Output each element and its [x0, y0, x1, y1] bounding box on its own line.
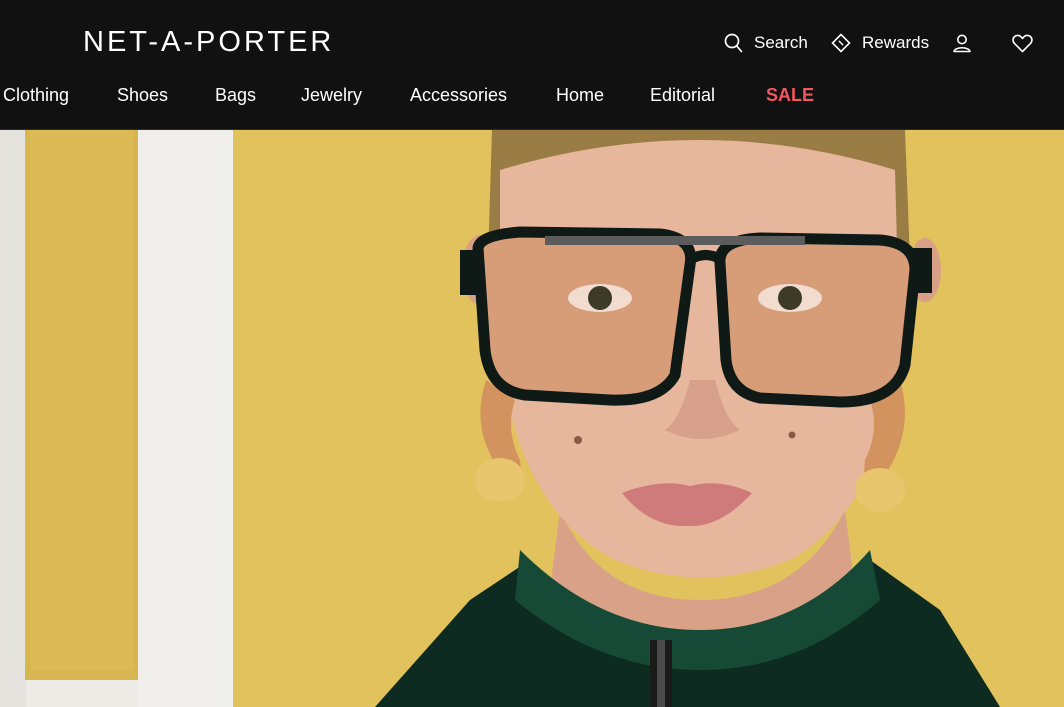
nav-bags[interactable]: Bags [215, 85, 256, 106]
nav-sale[interactable]: SALE [766, 85, 814, 106]
site-logo[interactable]: NET-A-PORTER [83, 26, 334, 59]
nav-accessories[interactable]: Accessories [410, 85, 507, 106]
rewards-label: Rewards [862, 33, 930, 52]
main-nav: Clothing Shoes Bags Jewelry Accessories … [0, 85, 1064, 109]
wishlist-button[interactable] [1012, 34, 1033, 53]
user-icon [952, 33, 972, 53]
site-header: NET-A-PORTER Search Rewards Clothing Sho… [0, 0, 1064, 130]
search-icon [724, 33, 743, 53]
nav-editorial[interactable]: Editorial [650, 85, 715, 106]
heart-icon [1012, 34, 1033, 53]
nav-jewelry[interactable]: Jewelry [301, 85, 362, 106]
rewards-button[interactable]: Rewards [831, 33, 929, 53]
nav-clothing[interactable]: Clothing [3, 85, 69, 106]
nav-shoes[interactable]: Shoes [117, 85, 168, 106]
account-button[interactable] [952, 33, 972, 53]
hero-image [0, 130, 1064, 707]
search-button[interactable]: Search [724, 33, 808, 53]
diamond-icon [831, 33, 851, 53]
hero-banner[interactable] [0, 130, 1064, 707]
search-label: Search [754, 33, 808, 52]
nav-home[interactable]: Home [556, 85, 604, 106]
